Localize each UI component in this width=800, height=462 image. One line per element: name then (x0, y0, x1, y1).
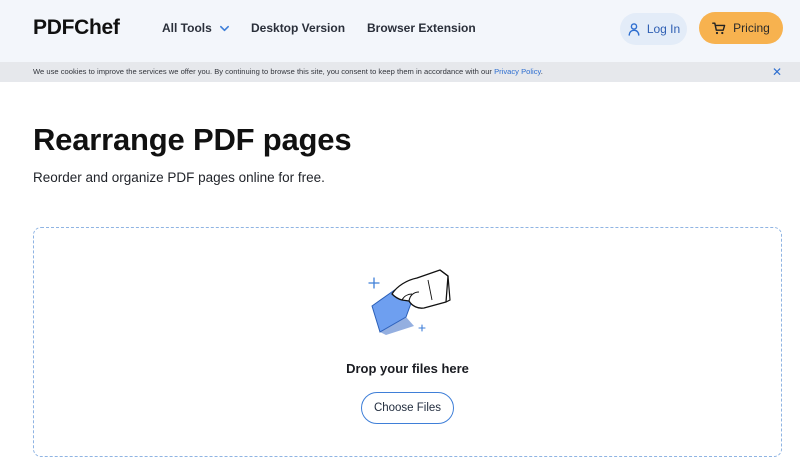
pricing-button[interactable]: Pricing (699, 12, 783, 44)
site-header: PDFChef All Tools Desktop Version Browse… (0, 0, 800, 62)
nav-all-tools-label: All Tools (162, 21, 212, 35)
nav-browser-extension[interactable]: Browser Extension (367, 21, 476, 35)
privacy-policy-link[interactable]: Privacy Policy (494, 67, 541, 76)
cart-icon (712, 22, 726, 34)
login-label: Log In (646, 22, 681, 36)
choose-files-button[interactable]: Choose Files (361, 392, 454, 424)
close-icon[interactable]: ✕ (772, 66, 782, 78)
page-subtitle: Reorder and organize PDF pages online fo… (33, 170, 325, 185)
cookie-message: We use cookies to improve the services w… (33, 67, 495, 76)
chevron-down-icon (219, 25, 229, 31)
nav-desktop-version[interactable]: Desktop Version (251, 21, 345, 35)
cookie-text: We use cookies to improve the services w… (33, 67, 543, 76)
logo[interactable]: PDFChef (33, 16, 120, 40)
pricing-label: Pricing (733, 21, 770, 35)
hand-with-file-icon (368, 269, 451, 335)
cookie-suffix: . (540, 67, 543, 76)
drop-files-prompt: Drop your files here (346, 361, 469, 376)
cookie-banner: We use cookies to improve the services w… (0, 62, 800, 82)
page-title: Rearrange PDF pages (33, 122, 352, 157)
login-button[interactable]: Log In (620, 13, 687, 45)
nav-all-tools[interactable]: All Tools (162, 21, 230, 35)
user-icon (628, 23, 640, 36)
